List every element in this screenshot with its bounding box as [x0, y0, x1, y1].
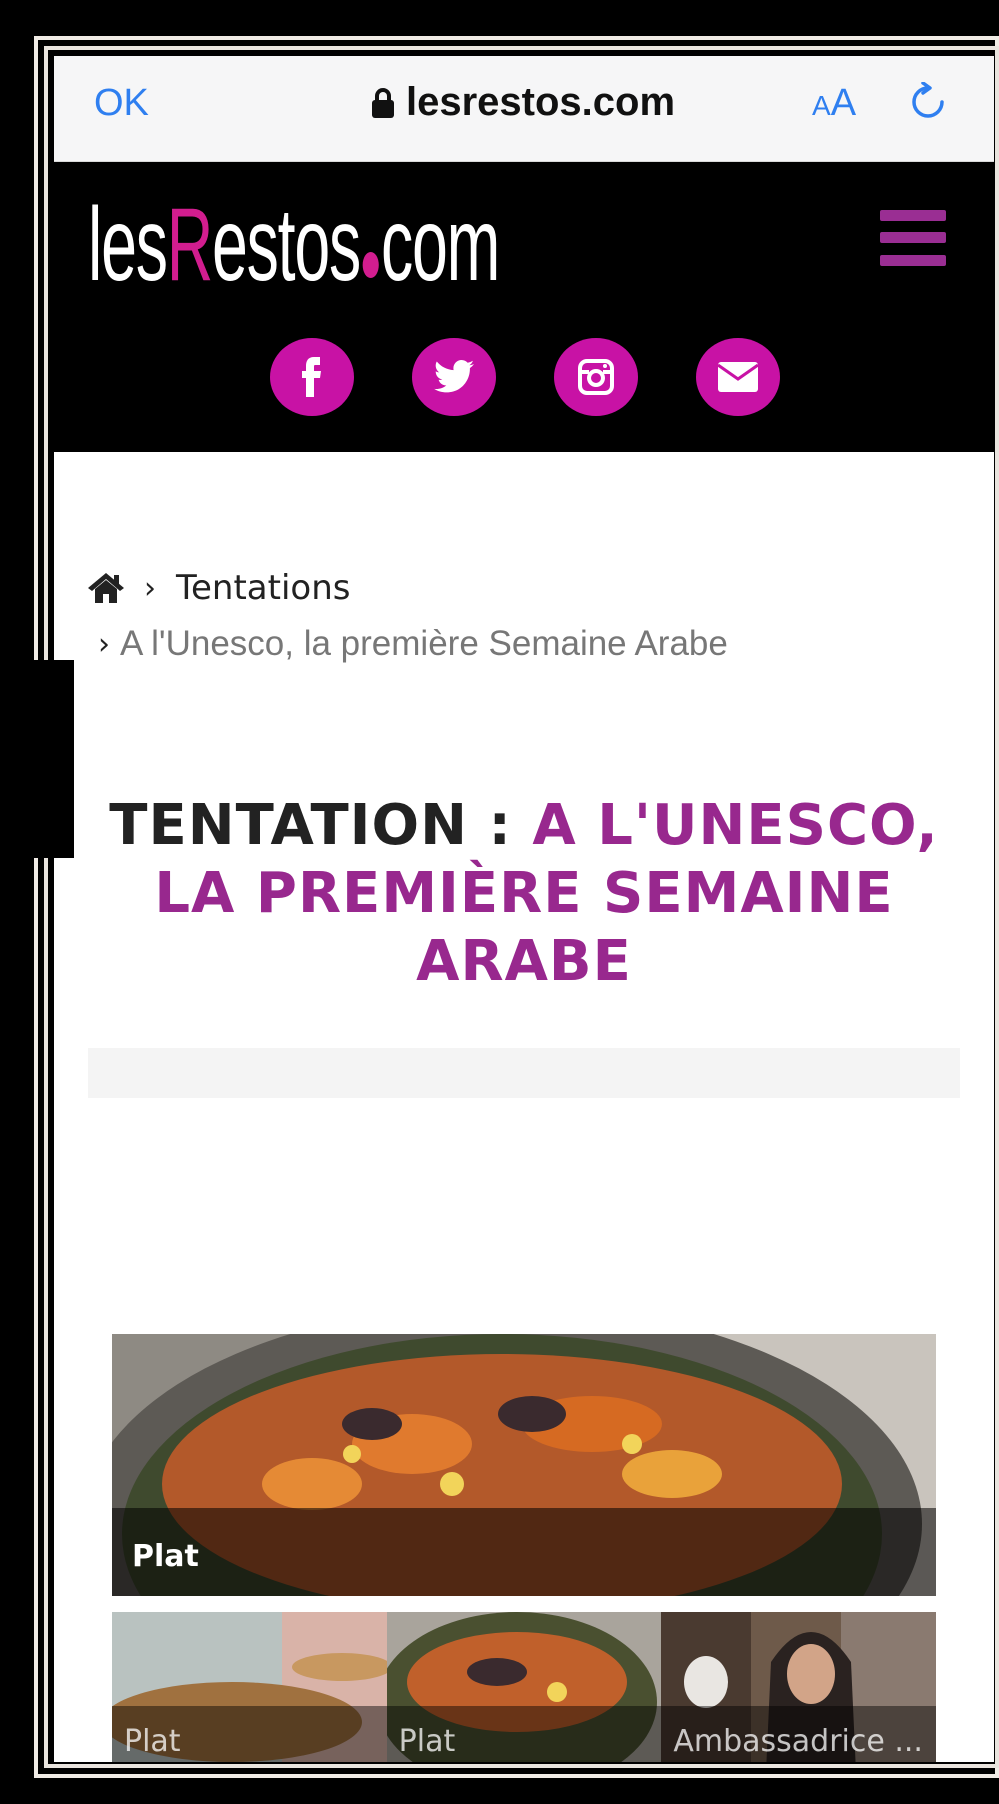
lock-icon: [372, 87, 394, 118]
reload-icon[interactable]: [908, 82, 948, 122]
thumbnail-caption: Plat: [124, 1724, 181, 1759]
done-button[interactable]: OK: [94, 82, 149, 125]
chevron-right-icon: ›: [144, 570, 156, 606]
hero-caption-overlay: [112, 1508, 936, 1596]
page-title: TENTATION : A L'UNESCO, LA PREMIÈRE SEMA…: [74, 792, 974, 996]
title-prefix: TENTATION :: [109, 793, 533, 858]
site-logo[interactable]: lesRestos com: [88, 190, 500, 300]
breadcrumb-current: A l'Unesco, la première Semaine Arabe: [120, 624, 728, 663]
url-text: lesrestos.com: [406, 80, 676, 124]
text-size-button[interactable]: AA: [812, 82, 856, 125]
gallery-thumbnail[interactable]: Ambassadrice ...: [661, 1612, 937, 1762]
address-bar[interactable]: lesrestos.com: [372, 80, 675, 125]
text-size-small: A: [812, 90, 831, 121]
envelope-icon[interactable]: [696, 338, 780, 416]
instagram-icon[interactable]: [554, 338, 638, 416]
frame-tab: [0, 660, 74, 858]
site-header: lesRestos com: [54, 162, 994, 452]
breadcrumb: › Tentations: [88, 568, 350, 608]
breadcrumb-current-row: › A l'Unesco, la première Semaine Arabe: [98, 624, 728, 664]
gallery-hero-image[interactable]: Plat: [112, 1334, 936, 1596]
home-icon[interactable]: [88, 573, 124, 603]
browser-toolbar: OK lesrestos.com AA: [54, 56, 994, 162]
gallery-thumbnail[interactable]: Plat: [386, 1612, 662, 1762]
facebook-icon[interactable]: [270, 338, 354, 416]
twitter-icon[interactable]: [412, 338, 496, 416]
breadcrumb-section[interactable]: Tentations: [176, 568, 350, 608]
chevron-right-icon: ›: [98, 626, 110, 662]
thumbnail-caption: Ambassadrice ...: [673, 1724, 923, 1759]
hero-caption: Plat: [132, 1539, 199, 1574]
gallery-thumbnails: Plat Plat Ambassadrice ...: [112, 1612, 937, 1762]
social-links: [270, 338, 780, 416]
phone-screen: OK lesrestos.com AA lesRestos com › Tent…: [54, 56, 994, 1762]
thumbnail-caption: Plat: [398, 1724, 456, 1759]
text-size-large: A: [830, 82, 857, 124]
gallery-thumbnail[interactable]: Plat: [112, 1612, 387, 1762]
menu-icon[interactable]: [880, 210, 946, 266]
content-placeholder: [88, 1048, 960, 1098]
